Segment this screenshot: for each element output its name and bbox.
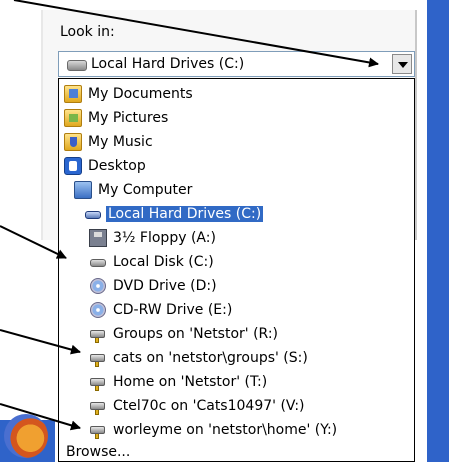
- network-drive-icon: [89, 373, 107, 391]
- network-drive-icon: [89, 397, 107, 415]
- list-item-my-pictures[interactable]: My Pictures: [64, 107, 170, 129]
- list-item-floppy[interactable]: 3½ Floppy (A:): [89, 227, 218, 249]
- list-item-desktop[interactable]: Desktop: [64, 155, 148, 177]
- list-item-worleyme[interactable]: worleyme on 'netstor\home' (Y:): [89, 419, 339, 441]
- desktop-icon: [64, 157, 82, 175]
- look-in-dropdown-list: My Documents My Pictures My Music Deskto…: [58, 78, 415, 462]
- list-item-local-disk[interactable]: Local Disk (C:): [89, 251, 216, 273]
- list-item-dvd-drive[interactable]: DVD Drive (D:): [89, 275, 219, 297]
- hard-drive-icon: [67, 60, 87, 71]
- dropdown-arrow-button[interactable]: [392, 54, 412, 74]
- look-in-label: Look in:: [60, 24, 115, 40]
- list-item-groups-netstor[interactable]: Groups on 'Netstor' (R:): [89, 323, 280, 345]
- floppy-icon: [89, 229, 107, 247]
- hard-drive-icon: [84, 205, 102, 223]
- list-item-home-netstor[interactable]: Home on 'Netstor' (T:): [89, 371, 269, 393]
- look-in-combobox[interactable]: Local Hard Drives (C:): [58, 51, 415, 77]
- list-item-my-computer[interactable]: My Computer: [74, 179, 194, 201]
- list-item-browse[interactable]: Browse...: [64, 441, 132, 463]
- network-drive-icon: [89, 325, 107, 343]
- dvd-drive-icon: [89, 277, 107, 295]
- list-item-local-hard-drives[interactable]: Local Hard Drives (C:): [84, 203, 264, 225]
- list-item-my-documents[interactable]: My Documents: [64, 83, 195, 105]
- my-pictures-icon: [64, 109, 82, 127]
- computer-icon: [74, 181, 92, 199]
- cd-drive-icon: [89, 301, 107, 319]
- look-in-selected-value: Local Hard Drives (C:): [91, 56, 245, 72]
- hard-drive-icon: [89, 253, 107, 271]
- list-item-ctel70c[interactable]: Ctel70c on 'Cats10497' (V:): [89, 395, 307, 417]
- desktop-background: [427, 0, 449, 462]
- network-drive-icon: [89, 421, 107, 439]
- network-drive-icon: [89, 349, 107, 367]
- my-music-icon: [64, 133, 82, 151]
- list-item-cd-rw-drive[interactable]: CD-RW Drive (E:): [89, 299, 234, 321]
- list-item-my-music[interactable]: My Music: [64, 131, 155, 153]
- my-documents-icon: [64, 85, 82, 103]
- list-item-cats-netstor-groups[interactable]: cats on 'netstor\groups' (S:): [89, 347, 310, 369]
- firefox-icon[interactable]: [4, 414, 48, 458]
